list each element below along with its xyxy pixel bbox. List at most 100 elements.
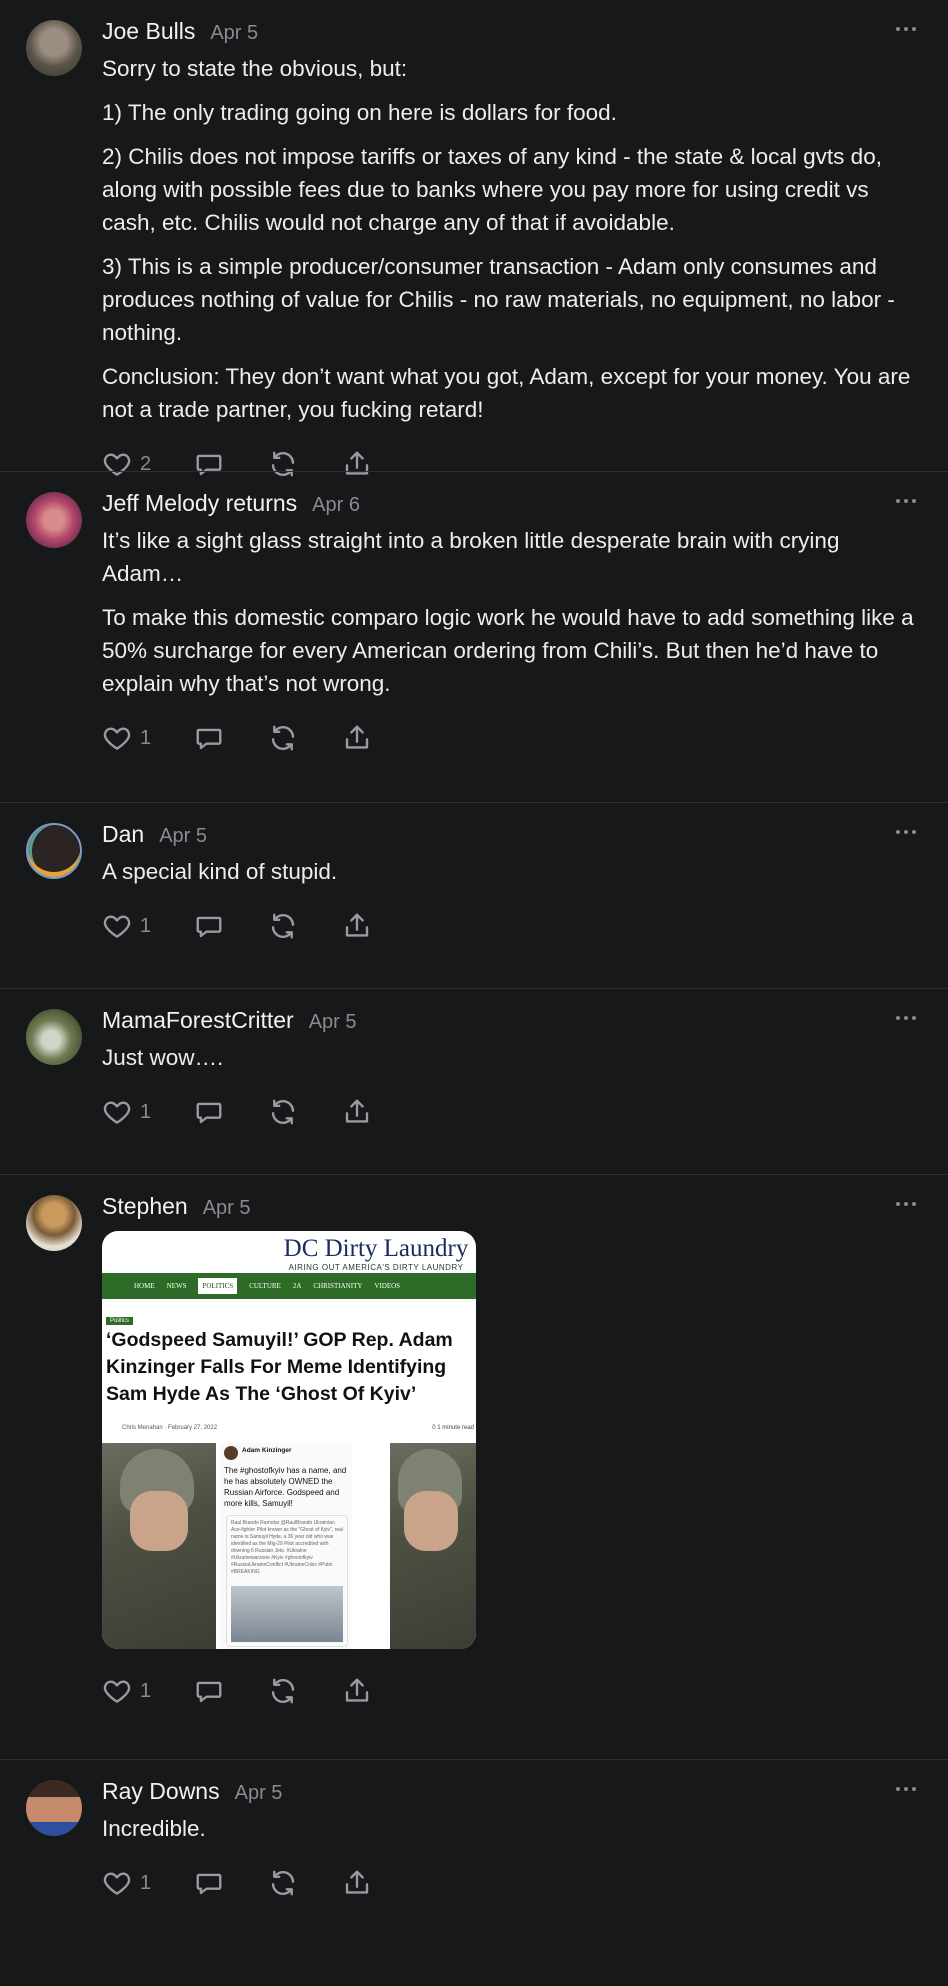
share-button[interactable] xyxy=(342,1676,372,1706)
more-button[interactable] xyxy=(894,1197,918,1211)
avatar[interactable] xyxy=(26,823,82,879)
comment-date[interactable]: Apr 6 xyxy=(312,494,360,517)
restack-icon xyxy=(271,1870,295,1896)
heart-icon xyxy=(103,915,131,938)
more-icon xyxy=(896,27,916,31)
comment-feed: Joe Bulls Apr 5 Sorry to state the obvio… xyxy=(0,0,948,1939)
more-icon xyxy=(896,499,916,503)
comment-date[interactable]: Apr 5 xyxy=(210,22,258,45)
article-meta: 0 1 minute read xyxy=(432,1425,474,1431)
comment-date[interactable]: Apr 5 xyxy=(159,825,207,848)
restack-button[interactable] xyxy=(268,723,298,753)
share-icon xyxy=(345,725,369,749)
avatar[interactable] xyxy=(26,1195,82,1251)
reply-button[interactable] xyxy=(194,723,224,753)
like-button[interactable]: 1 xyxy=(102,1676,154,1706)
comment: Dan Apr 5 A special kind of stupid. 1 xyxy=(0,802,948,988)
comment: Ray Downs Apr 5 Incredible. 1 xyxy=(0,1759,948,1939)
jet-photo xyxy=(231,1586,343,1642)
author-name[interactable]: MamaForestCritter xyxy=(102,1007,294,1034)
heart-icon xyxy=(103,1680,131,1703)
restack-button[interactable] xyxy=(268,911,298,941)
avatar xyxy=(224,1446,238,1460)
share-icon xyxy=(345,913,369,937)
more-icon xyxy=(896,1016,916,1020)
comment-date[interactable]: Apr 5 xyxy=(309,1011,357,1034)
restack-icon xyxy=(271,913,295,939)
site-tagline: AIRING OUT AMERICA'S DIRTY LAUNDRY xyxy=(288,1263,464,1272)
site-nav: HOME NEWS POLITICS CULTURE 2A CHRISTIANI… xyxy=(102,1273,476,1299)
like-button[interactable]: 1 xyxy=(102,1868,154,1898)
reply-button[interactable] xyxy=(194,1868,224,1898)
comment-text: A special kind of stupid. xyxy=(102,859,338,884)
attached-image[interactable]: DC Dirty Laundry AIRING OUT AMERICA'S DI… xyxy=(102,1231,476,1649)
restack-icon xyxy=(271,1678,295,1704)
author-name[interactable]: Dan xyxy=(102,821,144,848)
avatar[interactable] xyxy=(26,1009,82,1065)
restack-button[interactable] xyxy=(268,1676,298,1706)
comment-icon xyxy=(196,1102,222,1124)
comment-text: Conclusion: They don’t want what you got… xyxy=(102,364,911,422)
avatar[interactable] xyxy=(26,492,82,548)
more-button[interactable] xyxy=(894,494,918,508)
quoted-tweet: Raul Brando Ramotar @RaulBrando Ukrainia… xyxy=(226,1515,348,1647)
like-button[interactable]: 1 xyxy=(102,1097,154,1127)
comment-actions: 1 xyxy=(102,1675,922,1707)
quoted-tweet-text: Raul Brando Ramotar @RaulBrando Ukrainia… xyxy=(231,1520,343,1575)
heart-icon xyxy=(103,1101,131,1124)
share-icon xyxy=(345,1099,369,1123)
author-name[interactable]: Stephen xyxy=(102,1193,188,1220)
avatar[interactable] xyxy=(26,1780,82,1836)
embedded-tweet: Adam Kinzinger The #ghostofkyiv has a na… xyxy=(220,1443,352,1649)
reply-button[interactable] xyxy=(194,1676,224,1706)
comment-text: 3) This is a simple producer/consumer tr… xyxy=(102,254,895,345)
share-button[interactable] xyxy=(342,723,372,753)
share-button[interactable] xyxy=(342,1097,372,1127)
more-button[interactable] xyxy=(894,1011,918,1025)
tweet-text: The #ghostofkyiv has a name, and he has … xyxy=(224,1466,347,1508)
more-icon xyxy=(896,830,916,834)
reply-button[interactable] xyxy=(194,1097,224,1127)
author-name[interactable]: Ray Downs xyxy=(102,1778,220,1805)
share-button[interactable] xyxy=(342,911,372,941)
restack-button[interactable] xyxy=(268,1097,298,1127)
like-button[interactable]: 1 xyxy=(102,911,154,941)
nav-item: NEWS xyxy=(166,1282,187,1290)
nav-item: 2A xyxy=(292,1282,302,1290)
comment-icon xyxy=(196,1873,222,1895)
comment-actions: 1 xyxy=(102,1867,922,1899)
restack-icon xyxy=(271,725,295,751)
more-button[interactable] xyxy=(894,1782,918,1796)
share-button[interactable] xyxy=(342,1868,372,1898)
comment-actions: 1 xyxy=(102,722,922,754)
nav-item: HOME xyxy=(134,1282,155,1290)
author-name[interactable]: Joe Bulls xyxy=(102,18,195,45)
comment-actions: 1 xyxy=(102,910,922,942)
nav-item: VIDEOS xyxy=(374,1282,401,1290)
more-button[interactable] xyxy=(894,825,918,839)
tweet-author: Adam Kinzinger xyxy=(242,1447,292,1454)
like-count: 1 xyxy=(140,726,152,749)
like-count: 1 xyxy=(140,1871,152,1894)
author-name[interactable]: Jeff Melody returns xyxy=(102,490,297,517)
like-count: 1 xyxy=(140,1100,152,1123)
share-icon xyxy=(345,1870,369,1894)
like-count: 1 xyxy=(140,914,152,937)
heart-icon xyxy=(103,727,131,750)
nav-item: CHRISTIANITY xyxy=(313,1282,363,1290)
more-button[interactable] xyxy=(894,22,918,36)
avatar[interactable] xyxy=(26,20,82,76)
share-icon xyxy=(345,1678,369,1702)
restack-button[interactable] xyxy=(268,1868,298,1898)
comment-icon xyxy=(196,728,222,750)
comment-date[interactable]: Apr 5 xyxy=(235,1782,283,1805)
comment-text: To make this domestic comparo logic work… xyxy=(102,605,914,696)
nav-item: CULTURE xyxy=(249,1282,281,1290)
site-logo: DC Dirty Laundry AIRING OUT AMERICA'S DI… xyxy=(276,1235,476,1272)
article-headline: ‘Godspeed Samuyil!’ GOP Rep. Adam Kinzin… xyxy=(106,1329,453,1405)
reply-button[interactable] xyxy=(194,911,224,941)
comment: Stephen Apr 5 DC Dirty Laundry AIRING OU… xyxy=(0,1174,948,1759)
like-button[interactable]: 1 xyxy=(102,723,154,753)
comment-date[interactable]: Apr 5 xyxy=(203,1197,251,1220)
comment-text: 2) Chilis does not impose tariffs or tax… xyxy=(102,144,882,235)
